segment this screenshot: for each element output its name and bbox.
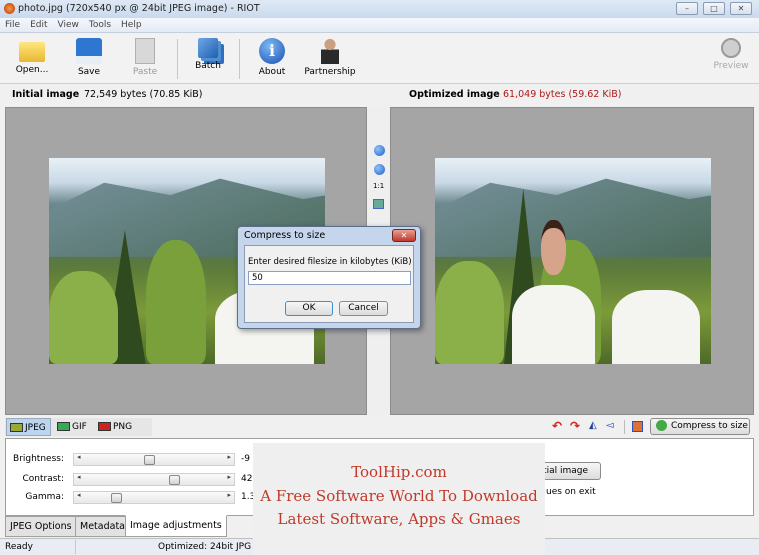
resize-icon[interactable] (632, 421, 643, 432)
rotate-right-icon[interactable]: ↷ (570, 419, 580, 433)
info-icon: i (259, 38, 285, 64)
batch-button[interactable]: Batch (182, 36, 234, 82)
maximize-button[interactable]: □ (703, 2, 725, 15)
brightness-label: Brightness: (13, 454, 64, 464)
gamma-label: Gamma: (25, 492, 64, 502)
filesize-input[interactable]: 50 (248, 271, 411, 285)
minimize-button[interactable]: – (676, 2, 698, 15)
initial-image-label: Initial image (12, 89, 80, 100)
optimized-image-pane[interactable] (390, 107, 754, 415)
brightness-value: -9 (241, 454, 250, 464)
menu-edit[interactable]: Edit (25, 18, 52, 30)
format-bar: JPEG GIF PNG ↶ ↷ ◭ ◅ Compress to size (0, 415, 759, 438)
contrast-slider-thumb[interactable] (169, 475, 181, 485)
menu-help[interactable]: Help (116, 18, 147, 30)
partnership-button[interactable]: Partnership (300, 36, 360, 82)
folder-open-icon (19, 42, 45, 62)
flip-horizontal-icon[interactable]: ◭ (589, 420, 597, 431)
format-tab-png[interactable]: PNG (95, 418, 140, 436)
menu-view[interactable]: View (53, 18, 84, 30)
batch-disks-icon (198, 38, 218, 58)
close-button[interactable]: ✕ (730, 2, 752, 15)
optimized-image-size: 61,049 bytes (59.62 KiB) (503, 89, 622, 100)
preview-button[interactable]: Preview (705, 36, 757, 82)
contrast-label: Contrast: (22, 474, 65, 484)
toolbar-separator (177, 39, 178, 79)
dialog-close-button[interactable]: ✕ (392, 229, 416, 242)
dialog-prompt: Enter desired filesize in kilobytes (KiB… (248, 257, 412, 267)
toolbar-separator (239, 39, 240, 79)
gamma-slider[interactable]: ◂ ▸ (73, 491, 235, 504)
watermark-line-2: A Free Software World To Download (260, 487, 538, 505)
brightness-slider[interactable]: ◂ ▸ (73, 453, 235, 466)
watermark-line-1: ToolHip.com (351, 463, 447, 481)
info-bar: Initial image 72,549 bytes (70.85 KiB) O… (0, 85, 759, 106)
toolbar: Open... Save Paste Batch i About Partners… (0, 33, 759, 84)
status-separator (75, 540, 76, 554)
businessman-icon (321, 38, 339, 64)
optimized-image-label: Optimized image (409, 89, 500, 100)
save-button[interactable]: Save (63, 36, 115, 82)
compress-to-size-dialog: Compress to size ✕ Enter desired filesiz… (237, 226, 421, 329)
clipboard-icon (135, 38, 155, 64)
zoom-out-icon[interactable] (374, 164, 385, 175)
contrast-slider[interactable]: ◂ ▸ (73, 473, 235, 486)
png-icon (98, 422, 111, 431)
open-button[interactable]: Open... (6, 36, 58, 82)
compress-to-size-button[interactable]: Compress to size (650, 418, 750, 435)
magnifier-preview-icon (721, 38, 741, 58)
optimized-photo (435, 158, 711, 364)
zoom-actual-size[interactable]: 1:1 (373, 182, 384, 190)
paste-button[interactable]: Paste (119, 36, 171, 82)
watermark-overlay: ToolHip.com A Free Software World To Dow… (253, 443, 545, 555)
gamma-slider-thumb[interactable] (111, 493, 123, 503)
brightness-slider-thumb[interactable] (143, 455, 155, 465)
zoom-in-icon[interactable] (374, 145, 385, 156)
status-optimized-info: Optimized: 24bit JPG i (158, 542, 257, 552)
about-button[interactable]: i About (246, 36, 298, 82)
initial-image-size: 72,549 bytes (70.85 KiB) (84, 89, 203, 100)
window-title: photo.jpg (720x540 px @ 24bit JPEG image… (18, 3, 260, 14)
contrast-value: 42 (241, 474, 253, 484)
tab-jpeg-options[interactable]: JPEG Options (5, 516, 77, 537)
jpeg-icon (10, 423, 23, 432)
app-icon (4, 3, 15, 14)
floppy-disk-icon (76, 38, 102, 64)
format-tab-jpeg[interactable]: JPEG (6, 418, 51, 436)
format-tab-gif[interactable]: GIF (54, 418, 92, 436)
tab-image-adjustments[interactable]: Image adjustments (125, 515, 227, 537)
status-text: Ready (5, 542, 33, 552)
rotate-left-icon[interactable]: ↶ (552, 419, 562, 433)
menu-bar: File Edit View Tools Help (0, 18, 759, 33)
menu-file[interactable]: File (0, 18, 25, 30)
compress-icon (656, 420, 667, 431)
cancel-button[interactable]: Cancel (339, 301, 388, 316)
watermark-line-3: Latest Software, Apps & Gmaes (277, 510, 521, 528)
keep-values-on-exit-label: ues on exit (546, 487, 596, 497)
gif-icon (57, 422, 70, 431)
menu-tools[interactable]: Tools (84, 18, 116, 30)
toolbar-separator (624, 420, 625, 434)
fit-image-icon[interactable] (373, 199, 384, 209)
tab-metadata[interactable]: Metadata (75, 516, 130, 537)
flip-vertical-icon[interactable]: ◅ (606, 420, 614, 431)
title-bar: photo.jpg (720x540 px @ 24bit JPEG image… (0, 0, 759, 18)
ok-button[interactable]: OK (285, 301, 333, 316)
dialog-title: Compress to size (244, 230, 326, 241)
